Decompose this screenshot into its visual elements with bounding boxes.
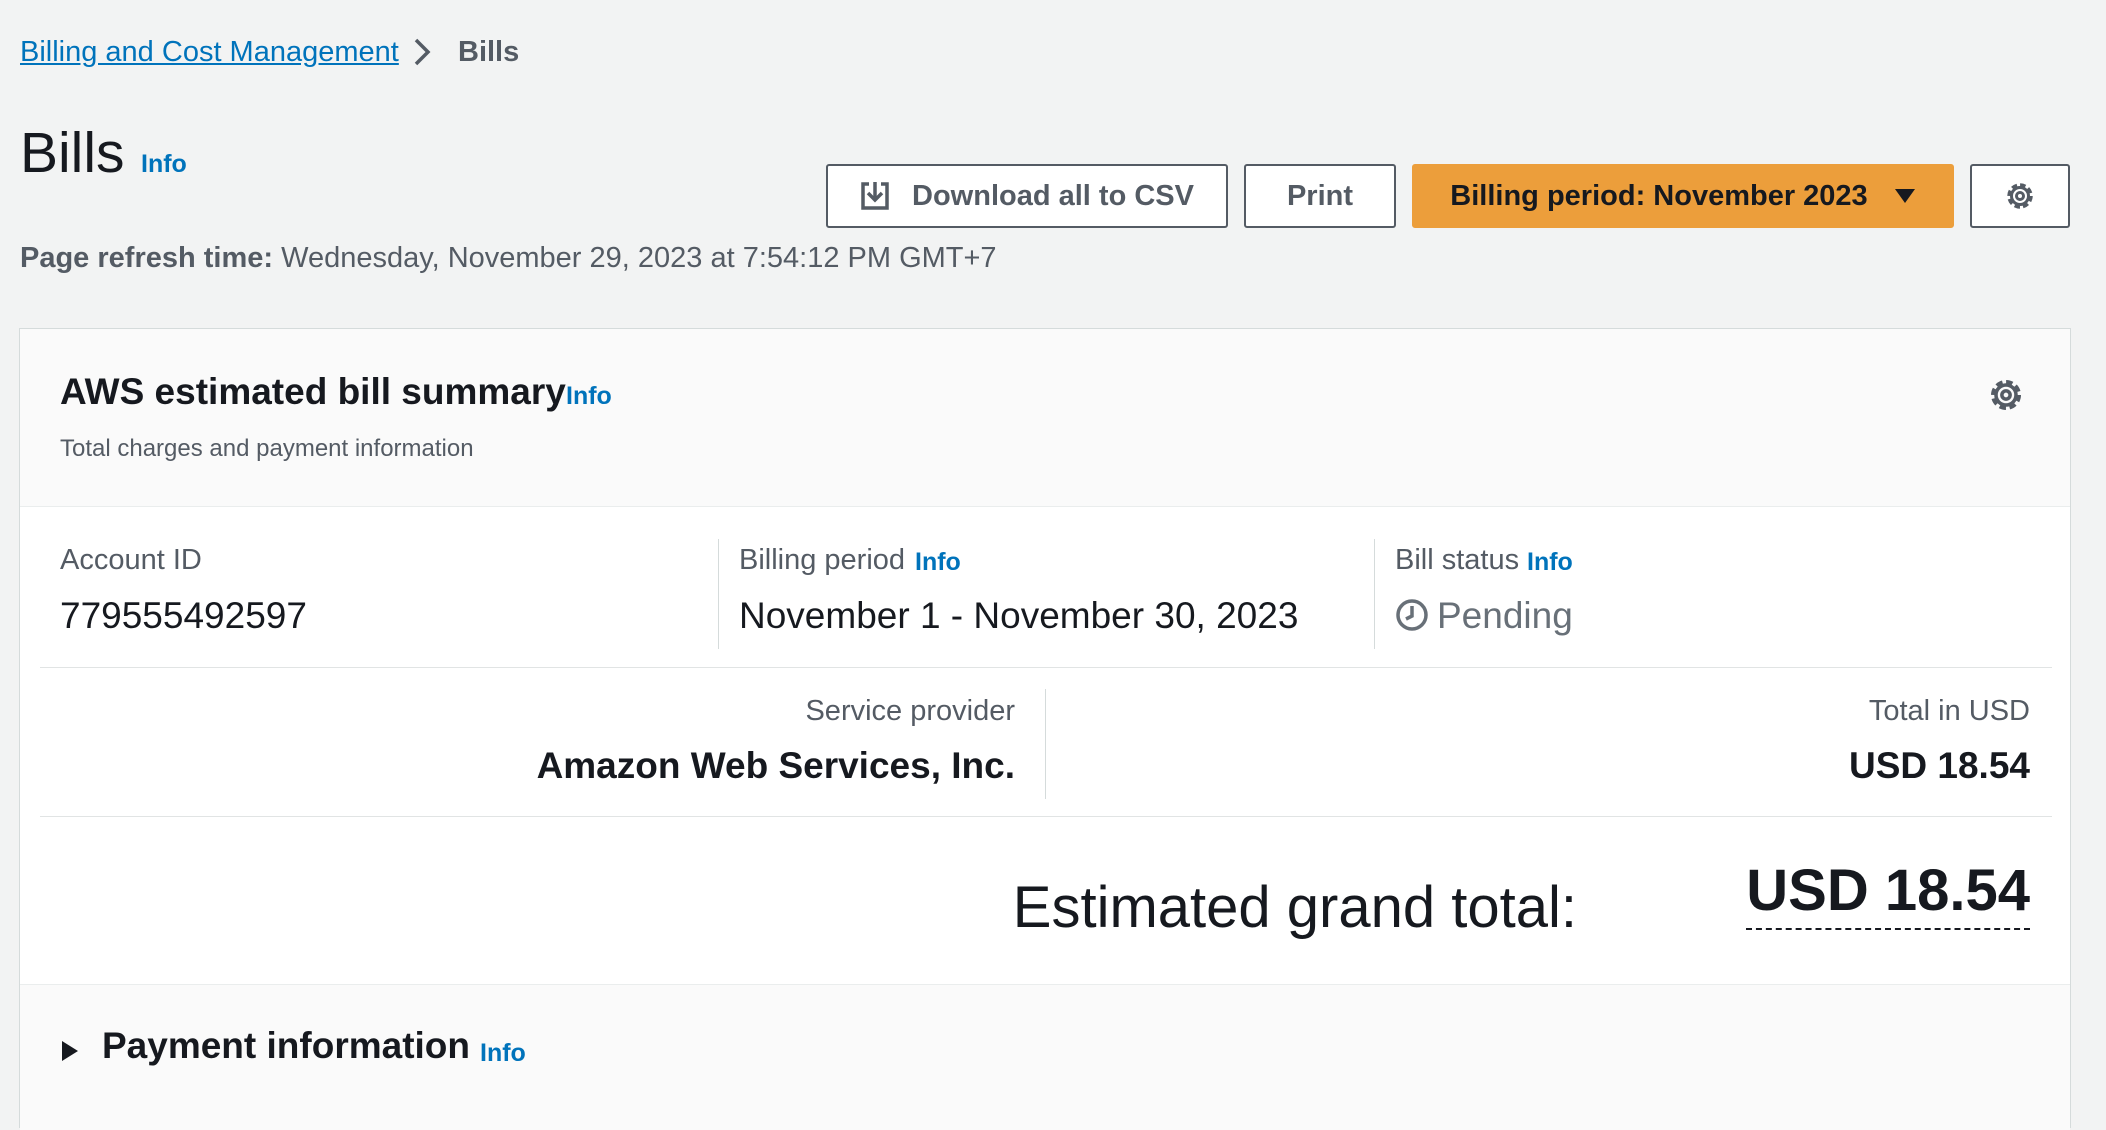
print-button[interactable]: Print	[1244, 164, 1396, 228]
account-id-value: 779555492597	[60, 595, 307, 636]
download-csv-button[interactable]: Download all to CSV	[826, 164, 1228, 228]
page-title: Bills	[20, 121, 125, 185]
grand-total-label: Estimated grand total:	[1012, 875, 1577, 940]
billing-period-label: Billing period: November 2023	[1450, 179, 1868, 212]
billing-period-info-link[interactable]: Info	[915, 548, 961, 577]
gear-icon[interactable]	[1986, 375, 2026, 415]
bill-status-info-link[interactable]: Info	[1527, 548, 1573, 577]
total-usd-value: USD 18.54	[1849, 745, 2030, 786]
bill-summary-subtitle: Total charges and payment information	[60, 435, 474, 462]
bill-summary-panel: AWS estimated bill summary Info Total ch…	[19, 328, 2071, 1130]
breadcrumb-current: Bills	[458, 36, 520, 68]
payment-information-section: Payment information Info	[20, 984, 2070, 1130]
print-label: Print	[1286, 179, 1354, 212]
caret-right-icon[interactable]	[60, 1039, 80, 1063]
bill-status-label: Bill status	[1395, 544, 1520, 576]
service-provider-value: Amazon Web Services, Inc.	[536, 745, 1015, 786]
page-refresh-time: Page refresh time: Wednesday, November 2…	[20, 242, 997, 275]
account-id-label: Account ID	[60, 544, 202, 576]
column-divider	[718, 539, 719, 649]
grand-total-value[interactable]: USD 18.54	[1746, 857, 2030, 930]
row-divider	[40, 667, 2052, 668]
payment-information-toggle[interactable]: Payment information	[102, 1025, 470, 1067]
chevron-right-icon	[414, 38, 431, 66]
column-divider	[1374, 539, 1375, 649]
refresh-label: Page refresh time:	[20, 242, 274, 274]
billing-period-value: November 1 - November 30, 2023	[739, 595, 1299, 636]
bill-summary-info-link[interactable]: Info	[566, 382, 612, 411]
bill-summary-header: AWS estimated bill summary Info Total ch…	[20, 329, 2070, 507]
page-info-link[interactable]: Info	[141, 150, 187, 179]
download-icon	[861, 182, 889, 210]
breadcrumb-billing-link[interactable]: Billing and Cost Management	[20, 36, 399, 69]
bill-status-value: Pending	[1437, 595, 1573, 636]
billing-period-field-label: Billing period	[739, 544, 906, 576]
refresh-value: Wednesday, November 29, 2023 at 7:54:12 …	[281, 242, 997, 274]
column-divider	[1045, 689, 1046, 799]
caret-down-icon	[1894, 189, 1915, 203]
total-usd-label: Total in USD	[1868, 695, 2030, 727]
row-divider	[40, 816, 2052, 817]
preferences-button[interactable]	[1970, 164, 2070, 228]
gear-icon	[2007, 183, 2033, 209]
bill-summary-title: AWS estimated bill summary	[60, 371, 566, 412]
clock-icon	[1396, 599, 1428, 631]
billing-period-dropdown[interactable]: Billing period: November 2023	[1412, 164, 1954, 228]
payment-info-link[interactable]: Info	[480, 1039, 526, 1068]
service-provider-label: Service provider	[805, 695, 1015, 727]
download-csv-label: Download all to CSV	[912, 179, 1194, 212]
